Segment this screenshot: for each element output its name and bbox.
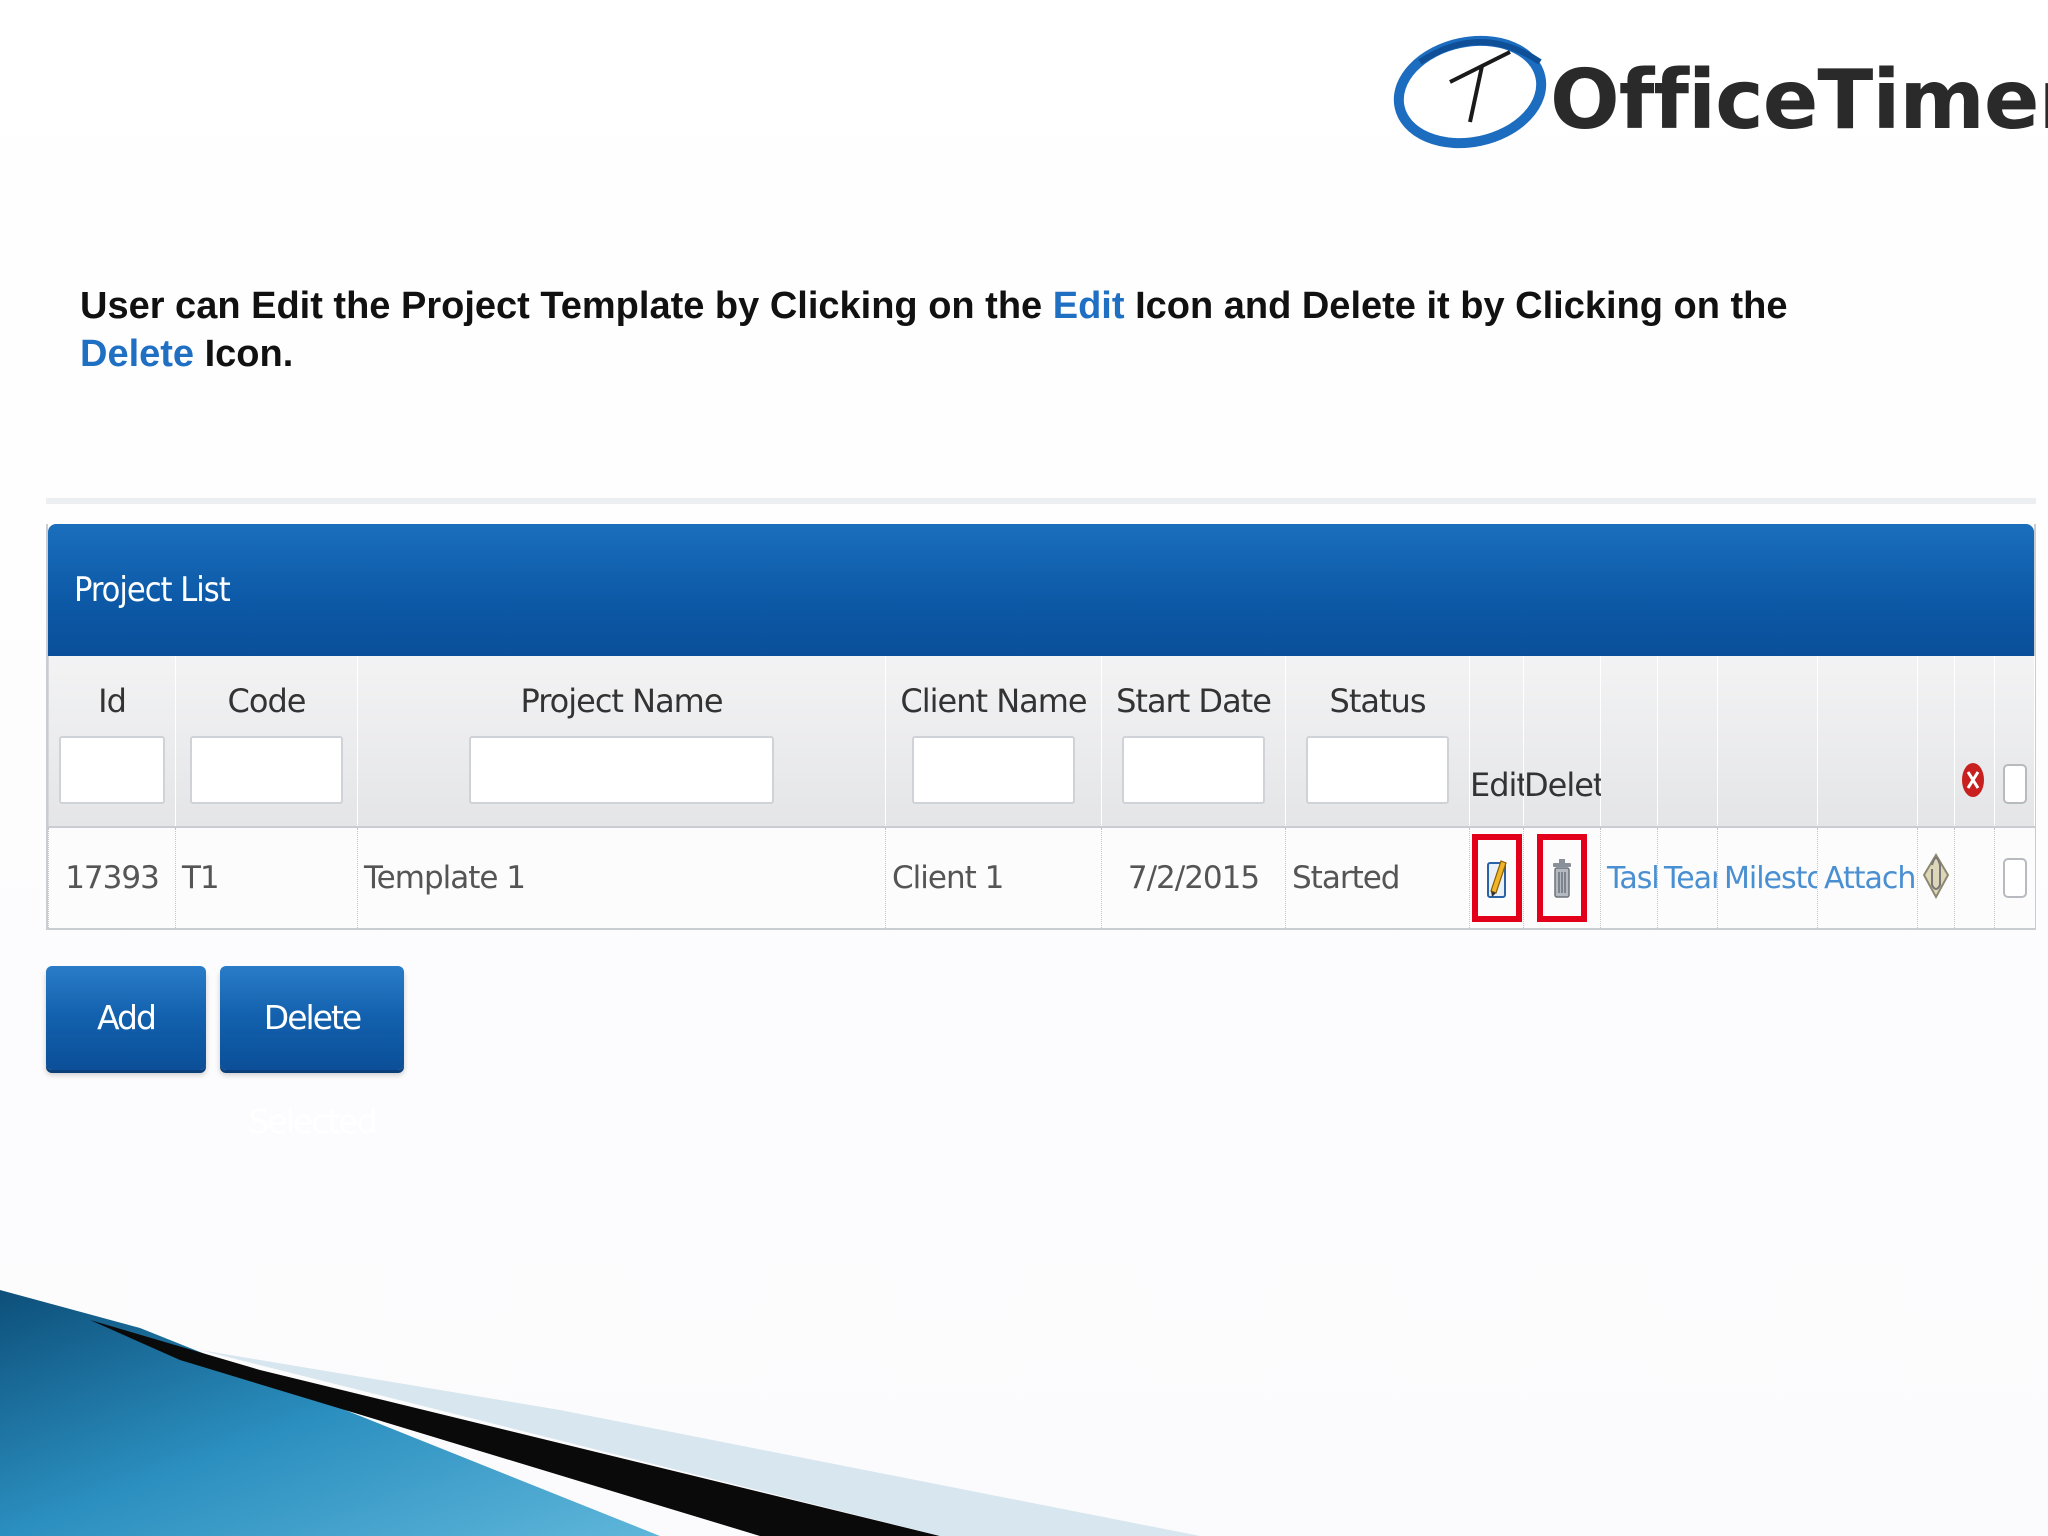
col-attachment-icon xyxy=(1917,656,1955,827)
cell-select xyxy=(1994,826,2035,928)
add-button[interactable]: Add xyxy=(46,966,206,1070)
tasks-link[interactable]: Tasks xyxy=(1600,826,1658,928)
col-client-name-label: Client Name xyxy=(900,682,1087,720)
col-tasks xyxy=(1600,656,1658,827)
instruction-heading: User can Edit the Project Template by Cl… xyxy=(80,282,1880,378)
cell-start-date: 7/2/2015 xyxy=(1101,826,1286,928)
col-start-date[interactable]: Start Date xyxy=(1101,656,1286,827)
status-filter-input[interactable] xyxy=(1306,736,1449,804)
trash-can-icon[interactable] xyxy=(1550,855,1574,901)
col-id[interactable]: Id xyxy=(48,656,176,827)
heading-text-1: User can Edit the Project Template by Cl… xyxy=(80,285,1053,327)
grid-title: Project List xyxy=(48,524,2034,656)
team-link[interactable]: Team xyxy=(1657,826,1718,928)
cell-client-name: Client 1 xyxy=(885,826,1102,928)
col-start-date-label: Start Date xyxy=(1116,682,1272,720)
col-delete-label: Delete xyxy=(1524,766,1624,804)
delete-selected-header-button[interactable] xyxy=(1961,760,1985,808)
col-status-label: Status xyxy=(1329,682,1427,720)
cell-id: 17393 xyxy=(48,826,176,928)
pencil-edit-icon[interactable] xyxy=(1485,855,1509,901)
code-filter-input[interactable] xyxy=(190,736,343,804)
red-x-circle-icon[interactable] xyxy=(1961,760,1985,800)
milestones-link[interactable]: Milestones xyxy=(1717,826,1818,928)
officetimer-logo: OfficeTimer xyxy=(1390,22,2048,162)
col-delete: Delete xyxy=(1523,656,1624,827)
col-team xyxy=(1657,656,1718,827)
col-code[interactable]: Code xyxy=(175,656,358,827)
edit-highlight-box[interactable] xyxy=(1471,834,1522,922)
attachment-link-label[interactable]: Attachment xyxy=(1824,861,1918,896)
col-edit: Edit xyxy=(1469,656,1529,827)
col-milestones xyxy=(1717,656,1818,827)
col-project-name-label: Project Name xyxy=(520,682,723,720)
logo-wordmark: OfficeTimer xyxy=(1550,53,2048,148)
col-attachment xyxy=(1817,656,1918,827)
decorative-wave xyxy=(0,1290,1200,1536)
separator-line xyxy=(46,498,2036,504)
project-name-filter-input[interactable] xyxy=(468,736,775,804)
col-delete-selected xyxy=(1954,656,1995,827)
row-select-checkbox[interactable] xyxy=(2002,858,2027,898)
cell-attachment-icon xyxy=(1917,826,1955,928)
col-project-name[interactable]: Project Name xyxy=(357,656,886,827)
paperclip-envelope-icon[interactable] xyxy=(1920,845,1952,903)
milestones-link-label[interactable]: Milestones xyxy=(1724,861,1818,896)
cell-edit xyxy=(1469,826,1524,928)
cell-empty xyxy=(1954,826,1995,928)
heading-edit-word: Edit xyxy=(1052,285,1125,327)
cell-code: T1 xyxy=(175,826,358,928)
project-table: Id Code Project Name Client Name Start D… xyxy=(48,656,2035,928)
attachment-link[interactable]: Attachment xyxy=(1817,826,1918,928)
delete-selected-button[interactable]: Delete Selected xyxy=(220,966,404,1141)
col-status[interactable]: Status xyxy=(1285,656,1470,827)
cell-project-name: Template 1 xyxy=(357,826,886,928)
heading-text-2: Icon and Delete it by Clicking on the xyxy=(1124,285,1788,327)
client-name-filter-input[interactable] xyxy=(911,736,1076,804)
id-filter-input[interactable] xyxy=(59,736,165,804)
cell-delete xyxy=(1523,826,1601,928)
team-link-label[interactable]: Team xyxy=(1664,861,1718,896)
select-all-checkbox[interactable] xyxy=(2003,764,2027,804)
col-id-label: Id xyxy=(98,682,127,720)
start-date-filter-input[interactable] xyxy=(1122,736,1265,804)
header-row: Id Code Project Name Client Name Start D… xyxy=(48,656,2035,827)
heading-delete-word: Delete xyxy=(80,333,195,375)
table-row: 17393 T1 Template 1 Client 1 7/2/2015 St… xyxy=(48,826,2035,928)
project-list-grid: Project List Id Code Project Name Client… xyxy=(46,524,2036,930)
col-code-label: Code xyxy=(227,682,307,720)
col-client-name[interactable]: Client Name xyxy=(885,656,1102,827)
officetimer-clock-icon xyxy=(1393,35,1547,149)
col-edit-label: Edit xyxy=(1470,766,1529,804)
delete-highlight-box[interactable] xyxy=(1537,834,1587,922)
col-select-all xyxy=(1994,656,2035,827)
heading-text-3: Icon. xyxy=(194,333,294,375)
tasks-link-label[interactable]: Tasks xyxy=(1607,861,1658,896)
cell-status: Started xyxy=(1285,826,1470,928)
